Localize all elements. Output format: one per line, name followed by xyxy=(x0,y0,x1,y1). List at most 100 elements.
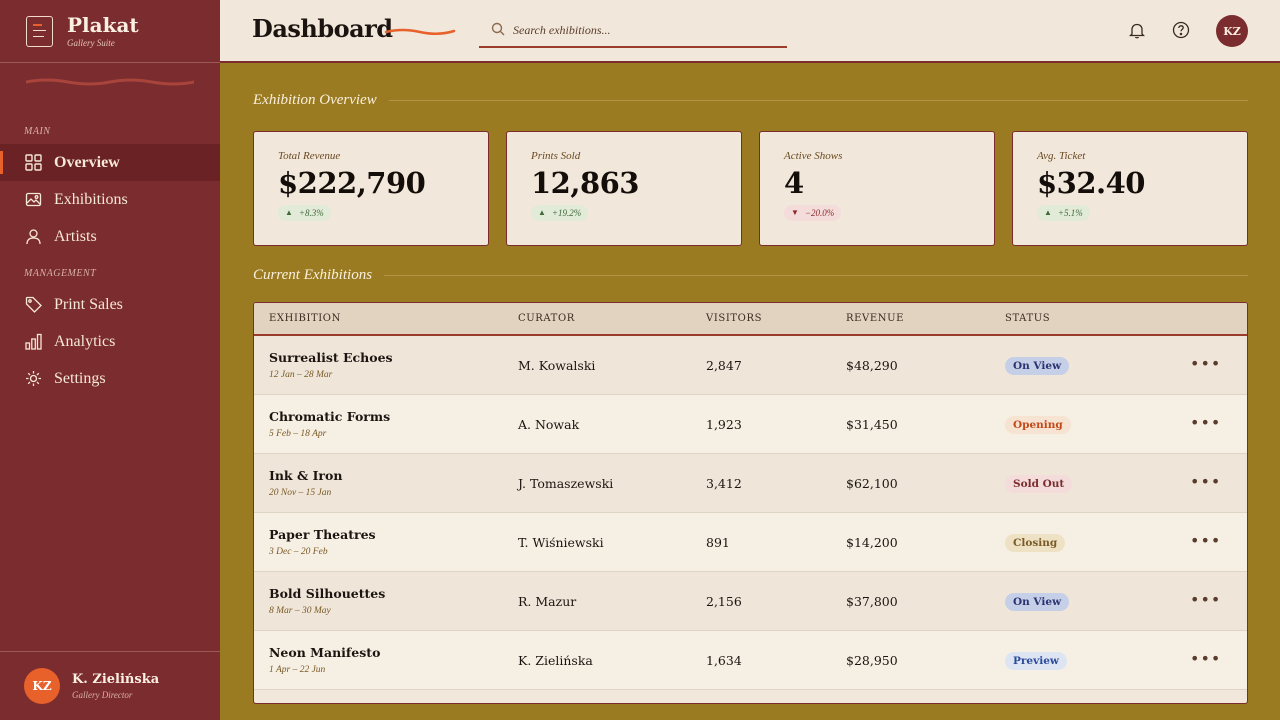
exhibition-dates: 1 Apr – 22 Jun xyxy=(269,665,326,675)
status-badge: Closing xyxy=(1005,534,1066,552)
stat-delta-badge: ▲ +8.3% xyxy=(278,204,331,221)
page-title: Dashboard xyxy=(252,14,393,43)
stat-card-avg-ticket: Avg. Ticket $32.40 ▲ +5.1% xyxy=(1012,131,1248,246)
sidebar-item-exhibitions[interactable]: Exhibitions xyxy=(0,181,220,218)
table-row[interactable]: Chromatic Forms 5 Feb – 18 Apr A. Nowak … xyxy=(254,395,1247,454)
curator: R. Mazur xyxy=(518,594,577,609)
visitors: 3,412 xyxy=(706,476,742,491)
sidebar-item-analytics[interactable]: Analytics xyxy=(0,323,220,360)
exhibition-dates: 3 Dec – 20 Feb xyxy=(269,547,328,557)
table-header: EXHIBITION CURATOR VISITORS REVENUE STAT… xyxy=(254,303,1247,336)
visitors: 891 xyxy=(706,535,730,550)
sidebar-item-artists[interactable]: Artists xyxy=(0,218,220,255)
revenue: $31,450 xyxy=(846,417,898,432)
stat-delta-badge: ▼ −20.0% xyxy=(784,204,842,221)
nav-section-main: MAIN xyxy=(24,126,51,137)
more-options-icon[interactable]: ••• xyxy=(1190,472,1221,491)
brand[interactable]: Plakat Gallery Suite xyxy=(0,0,220,63)
sidebar-item-label: Artists xyxy=(54,227,97,245)
title-underline-squiggle xyxy=(384,28,456,35)
user-profile[interactable]: KZ K. Zielińska Gallery Director xyxy=(0,651,220,720)
visitors: 1,634 xyxy=(706,653,742,668)
triangle-down-icon: ▼ xyxy=(791,208,799,217)
curator: T. Wiśniewski xyxy=(518,535,604,550)
stat-card-prints-sold: Prints Sold 12,863 ▲ +19.2% xyxy=(506,131,742,246)
column-header-visitors[interactable]: VISITORS xyxy=(706,313,762,324)
stat-delta: +8.3% xyxy=(298,207,324,218)
divider xyxy=(388,100,1248,101)
divider xyxy=(384,275,1248,276)
revenue: $37,800 xyxy=(846,594,898,609)
stat-label: Total Revenue xyxy=(278,150,341,162)
exhibitions-table: EXHIBITION CURATOR VISITORS REVENUE STAT… xyxy=(253,302,1248,704)
table-row[interactable]: Ink & Iron 20 Nov – 15 Jan J. Tomaszewsk… xyxy=(254,454,1247,513)
avatar: KZ xyxy=(24,668,60,704)
more-options-icon[interactable]: ••• xyxy=(1190,413,1221,432)
poster-logo-icon xyxy=(26,15,53,47)
help-icon[interactable] xyxy=(1172,21,1190,39)
status-badge: On View xyxy=(1005,593,1070,611)
column-header-revenue[interactable]: REVENUE xyxy=(846,313,904,324)
exhibition-name: Chromatic Forms xyxy=(269,409,391,424)
search-bar[interactable] xyxy=(479,15,787,48)
status-badge: Sold Out xyxy=(1005,475,1073,493)
status-badge: Preview xyxy=(1005,652,1067,670)
section-header-exhibitions: Current Exhibitions xyxy=(253,267,1248,284)
exhibition-dates: 8 Mar – 30 May xyxy=(269,606,331,616)
visitors: 1,923 xyxy=(706,417,742,432)
exhibition-dates: 20 Nov – 15 Jan xyxy=(269,488,332,498)
tag-icon xyxy=(25,296,42,313)
revenue: $48,290 xyxy=(846,358,898,373)
exhibition-dates: 12 Jan – 28 Mar xyxy=(269,370,333,380)
user-name: K. Zielińska xyxy=(72,672,160,687)
more-options-icon[interactable]: ••• xyxy=(1190,649,1221,668)
sidebar-item-settings[interactable]: Settings xyxy=(0,360,220,397)
bell-icon[interactable] xyxy=(1128,21,1146,39)
bar-chart-icon xyxy=(25,333,42,350)
stat-delta-badge: ▲ +5.1% xyxy=(1037,204,1090,221)
section-title: Current Exhibitions xyxy=(253,267,373,283)
status-badge: Opening xyxy=(1005,416,1071,434)
sidebar-item-label: Print Sales xyxy=(54,295,123,313)
image-icon xyxy=(25,191,42,208)
revenue: $28,950 xyxy=(846,653,898,668)
more-options-icon[interactable]: ••• xyxy=(1190,354,1221,373)
exhibition-name: Neon Manifesto xyxy=(269,645,381,660)
column-header-status[interactable]: STATUS xyxy=(1005,313,1050,324)
column-header-exhibition[interactable]: EXHIBITION xyxy=(269,313,341,324)
stat-value: $32.40 xyxy=(1037,166,1146,200)
grid-icon xyxy=(25,154,42,171)
sidebar-item-label: Exhibitions xyxy=(54,190,128,208)
exhibition-dates: 5 Feb – 18 Apr xyxy=(269,429,327,439)
gear-icon xyxy=(25,370,42,387)
table-row[interactable]: Bold Silhouettes 8 Mar – 30 May R. Mazur… xyxy=(254,572,1247,631)
more-options-icon[interactable]: ••• xyxy=(1190,531,1221,550)
triangle-up-icon: ▲ xyxy=(538,208,546,217)
decorative-squiggle xyxy=(26,78,194,86)
column-header-curator[interactable]: CURATOR xyxy=(518,313,575,324)
search-icon xyxy=(491,21,505,40)
visitors: 2,847 xyxy=(706,358,742,373)
table-row[interactable]: Surrealist Echoes 12 Jan – 28 Mar M. Kow… xyxy=(254,336,1247,395)
sidebar-item-label: Analytics xyxy=(54,332,116,350)
section-header-overview: Exhibition Overview xyxy=(253,92,1248,109)
more-options-icon[interactable]: ••• xyxy=(1190,590,1221,609)
stat-label: Prints Sold xyxy=(531,150,581,162)
stat-value: $222,790 xyxy=(278,166,426,200)
curator: M. Kowalski xyxy=(518,358,596,373)
table-row[interactable]: Paper Theatres 3 Dec – 20 Feb T. Wiśniew… xyxy=(254,513,1247,572)
triangle-up-icon: ▲ xyxy=(1044,208,1052,217)
sidebar-item-print-sales[interactable]: Print Sales xyxy=(0,286,220,323)
stat-label: Active Shows xyxy=(784,150,843,162)
table-row[interactable]: Neon Manifesto 1 Apr – 22 Jun K. Zielińs… xyxy=(254,631,1247,690)
stat-delta: +5.1% xyxy=(1057,207,1083,218)
sidebar-item-overview[interactable]: Overview xyxy=(0,144,220,181)
exhibition-name: Ink & Iron xyxy=(269,468,343,483)
status-badge: On View xyxy=(1005,357,1070,375)
search-input[interactable] xyxy=(513,23,773,38)
stat-value: 4 xyxy=(784,166,804,200)
exhibition-name: Paper Theatres xyxy=(269,527,376,542)
stat-value: 12,863 xyxy=(531,166,640,200)
revenue: $62,100 xyxy=(846,476,898,491)
avatar[interactable]: KZ xyxy=(1216,15,1248,47)
